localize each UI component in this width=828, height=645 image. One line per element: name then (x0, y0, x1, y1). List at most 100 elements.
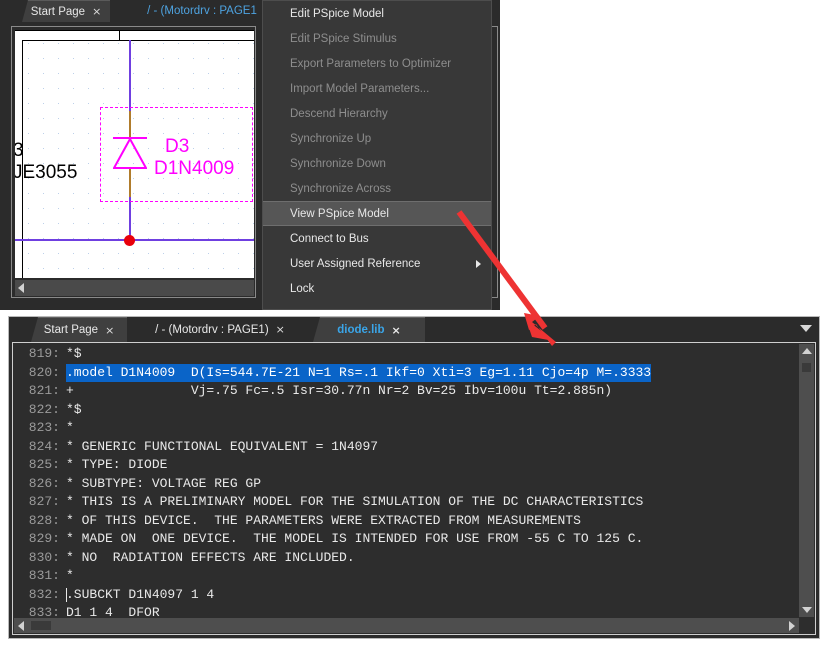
line-number: 822: (28, 401, 60, 417)
code-line-text: * THIS IS A PRELIMINARY MODEL FOR THE SI… (66, 494, 644, 509)
editor-hscroll-thumb[interactable] (31, 621, 51, 630)
menu-item-label: Edit PSpice Model (290, 7, 384, 20)
menu-item-edit-pspice-model[interactable]: Edit PSpice Model (263, 1, 491, 26)
code-line[interactable]: 833: D1 1 4 DFOR (14, 604, 799, 617)
menu-item-label: Edit PSpice Stimulus (290, 32, 397, 45)
menu-item-connect-to-bus[interactable]: Connect to Bus (263, 226, 491, 251)
page-border-top (22, 40, 254, 41)
code-line[interactable]: 819: *$ (14, 345, 799, 364)
line-number: 824: (28, 438, 60, 454)
menu-item-label: View PSpice Model (290, 207, 389, 220)
wire-vertical-top[interactable] (129, 40, 131, 113)
menu-item-label: Descend Hierarchy (290, 107, 388, 120)
code-line[interactable]: 832: .SUBCKT D1N4097 1 4 (14, 586, 799, 605)
code-line[interactable]: 829: * MADE ON ONE DEVICE. THE MODEL IS I… (14, 530, 799, 549)
tab-motordrv-page1-label: / - (Motordrv : PAGE1 (147, 5, 257, 17)
editor-vscroll-thumb[interactable] (802, 363, 811, 372)
scroll-down-arrow-icon[interactable] (802, 607, 812, 613)
chevron-right-icon (476, 259, 481, 268)
line-number: 819: (28, 346, 60, 361)
code-line[interactable]: 828: * OF THIS DEVICE. THE PARAMETERS WER… (14, 512, 799, 531)
editor-tab-start-page-label: Start Page (43, 324, 99, 336)
menu-item-label: Synchronize Down (290, 157, 386, 170)
code-line-text: * GENERIC FUNCTIONAL EQUIVALENT = 1N4097 (66, 438, 379, 454)
line-number: 829: (28, 531, 60, 546)
line-number: 826: (28, 475, 60, 491)
code-line[interactable]: 823: * (14, 419, 799, 438)
code-line-text: * MADE ON ONE DEVICE. THE MODEL IS INTEN… (66, 531, 644, 546)
code-line-text: * (66, 568, 74, 583)
scroll-right-arrow-icon[interactable] (789, 621, 795, 631)
menu-item-label: Export Parameters to Optimizer (290, 57, 452, 70)
menu-item-lock[interactable]: Lock (263, 276, 491, 301)
code-line[interactable]: 831: * (14, 567, 799, 586)
scroll-left-arrow-icon[interactable] (18, 621, 24, 631)
code-line-text: .SUBCKT D1N4097 1 4 (66, 586, 215, 602)
editor-vertical-scrollbar[interactable] (799, 344, 814, 617)
code-line-text: * NO RADIATION EFFECTS ARE INCLUDED. (66, 549, 355, 565)
editor-tab-strip: Start Page × / - (Motordrv : PAGE1) × di… (9, 317, 819, 342)
menu-item-view-pspice-model[interactable]: View PSpice Model (263, 201, 491, 226)
code-line[interactable]: 820: .model D1N4009 D(Is=544.7E-21 N=1 Rs… (14, 363, 799, 382)
diode-part-label[interactable]: D1N4009 (154, 158, 234, 180)
line-number: 831: (28, 568, 60, 583)
code-line[interactable]: 827: * THIS IS A PRELIMINARY MODEL FOR TH… (14, 493, 799, 512)
menu-item-descend-hierarchy: Descend Hierarchy (263, 101, 491, 126)
line-number: 832: (28, 586, 60, 602)
chevron-down-icon[interactable] (800, 325, 812, 332)
menu-item-label: User Assigned Reference (290, 257, 421, 270)
menu-item-synchronize-across: Synchronize Across (263, 176, 491, 201)
close-icon[interactable]: × (274, 323, 290, 336)
line-number: 821: (28, 383, 60, 398)
page-header-separator (119, 30, 120, 40)
menu-item-label: Synchronize Up (290, 132, 372, 145)
code-line-text: * TYPE: DIODE (66, 457, 168, 472)
code-line[interactable]: 821: + Vj=.75 Fc=.5 Isr=30.77n Nr=2 Bv=25… (14, 382, 799, 401)
code-line[interactable]: 826: * SUBTYPE: VOLTAGE REG GP (14, 475, 799, 494)
code-line[interactable]: 825: * TYPE: DIODE (14, 456, 799, 475)
code-line-text: * (66, 420, 74, 435)
menu-item-label: Import Model Parameters... (290, 82, 430, 95)
menu-item-edit-pspice-stimulus: Edit PSpice Stimulus (263, 26, 491, 51)
menu-item-import-model-parameters: Import Model Parameters... (263, 76, 491, 101)
pspice-context-menu: Edit PSpice Model Edit PSpice Stimulus E… (262, 0, 492, 310)
line-number: 823: (28, 420, 60, 435)
diode-lib-window: Start Page × / - (Motordrv : PAGE1) × di… (8, 316, 820, 639)
menu-item-label: Lock (290, 282, 315, 295)
code-line[interactable]: 824: * GENERIC FUNCTIONAL EQUIVALENT = 1N… (14, 438, 799, 457)
editor-tab-motordrv-page1[interactable]: / - (Motordrv : PAGE1) × (129, 317, 311, 342)
code-line-text: *$ (66, 401, 82, 417)
editor-tab-start-page[interactable]: Start Page × (31, 317, 127, 342)
code-line-text: *$ (66, 346, 82, 361)
scroll-up-arrow-icon[interactable] (802, 348, 812, 354)
scroll-left-arrow-icon[interactable] (18, 283, 24, 293)
menu-item-synchronize-down: Synchronize Down (263, 151, 491, 176)
editor-tab-motordrv-page1-label: / - (Motordrv : PAGE1) (155, 323, 269, 336)
code-line[interactable]: 830: * NO RADIATION EFFECTS ARE INCLUDED. (14, 549, 799, 568)
line-number: 827: (28, 494, 60, 509)
menu-item-user-assigned-reference[interactable]: User Assigned Reference (263, 251, 491, 276)
code-line-text-selected: .model D1N4009 D(Is=544.7E-21 N=1 Rs=.1 … (66, 363, 652, 382)
editor-tab-diode-lib[interactable]: diode.lib × (313, 317, 425, 342)
schematic-page[interactable]: D3 D1N4009 3 JE3055 (15, 30, 254, 278)
close-icon[interactable]: × (90, 5, 106, 18)
editor-horizontal-scrollbar[interactable] (14, 618, 799, 633)
code-line[interactable]: 822: *$ (14, 401, 799, 420)
page-header-line (15, 30, 254, 31)
diode-symbol[interactable] (113, 137, 147, 170)
editor-scrollbar-corner (799, 618, 814, 633)
line-number: 820: (28, 364, 60, 380)
neighbor-part-label: JE3055 (15, 162, 78, 183)
close-icon[interactable]: × (390, 324, 406, 337)
diode-refdes-label[interactable]: D3 (165, 136, 189, 158)
line-number: 825: (28, 457, 60, 472)
code-lines-container[interactable]: 819: *$ 820: .model D1N4009 D(Is=544.7E-21 … (14, 345, 799, 617)
menu-item-export-parameters-to-optimizer: Export Parameters to Optimizer (263, 51, 491, 76)
schematic-horizontal-scrollbar[interactable] (15, 280, 254, 296)
close-icon[interactable]: × (103, 324, 119, 337)
neighbor-refdes-label: 3 (15, 140, 24, 161)
code-line-text: * SUBTYPE: VOLTAGE REG GP (66, 475, 262, 491)
code-editor[interactable]: 819: *$ 820: .model D1N4009 D(Is=544.7E-21 … (12, 342, 816, 635)
menu-item-label: Connect to Bus (290, 232, 369, 245)
tab-start-page[interactable]: Start Page × (22, 0, 110, 22)
